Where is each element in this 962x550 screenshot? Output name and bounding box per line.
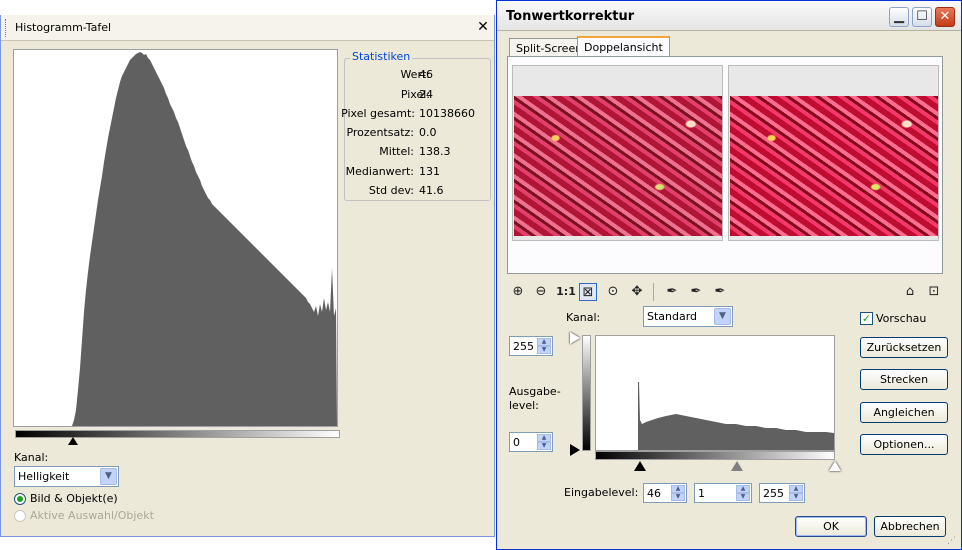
channel-select-value: Helligkeit <box>18 470 70 483</box>
output-low-stepper[interactable]: 0 ▲ ▼ <box>509 432 553 452</box>
input-low-value: 46 <box>647 487 661 500</box>
output-low-value: 0 <box>513 436 520 449</box>
tab-double-view[interactable]: Doppelansicht <box>577 36 670 58</box>
cancel-button[interactable]: Abbrechen <box>874 516 946 537</box>
zoom-out-icon[interactable]: ⊖ <box>532 283 550 301</box>
levels-channel-label: Kanal: <box>566 311 601 324</box>
stretch-button[interactable]: Strecken <box>860 369 948 390</box>
preview-checkbox[interactable]: ✓ <box>860 312 873 325</box>
input-gamma-value: 1 <box>698 487 705 500</box>
histogram-title: Histogramm-Tafel <box>15 21 112 34</box>
fit-icon[interactable]: ⊠ <box>579 283 597 301</box>
levels-histogram-svg <box>596 382 834 450</box>
chevron-down-icon[interactable]: ▼ <box>100 468 117 485</box>
eyedropper-black-icon[interactable]: ✒ <box>663 283 681 301</box>
actual-size-icon[interactable]: 1:1 <box>555 283 577 301</box>
levels-histogram <box>595 335 835 451</box>
scanner-icon[interactable]: ⌂ <box>901 283 919 301</box>
input-gamma-slider-handle[interactable] <box>731 461 743 471</box>
levels-dialog: Tonwertkorrektur ▁ ☐ ✕ Split-Screen Dopp… <box>496 0 962 550</box>
close-icon[interactable]: ✕ <box>474 18 492 36</box>
stat-label-stddev: Std dev: <box>368 184 414 197</box>
stat-label-mean: Mittel: <box>379 145 414 158</box>
toolbar-divider <box>653 283 654 301</box>
stat-value-stddev: 41.6 <box>419 184 444 197</box>
chevron-down-icon[interactable]: ▼ <box>714 308 731 325</box>
reset-button[interactable]: Zurücksetzen <box>860 337 948 358</box>
stepper-arrows-icon[interactable]: ▲ ▼ <box>537 434 551 450</box>
stat-label-value: Wert: <box>400 68 430 81</box>
stepper-arrows-icon[interactable]: ▲ ▼ <box>537 338 551 354</box>
stepper-arrows-icon[interactable]: ▲ ▼ <box>736 485 750 501</box>
stat-value-pixel: 24 <box>419 88 433 101</box>
input-high-value: 255 <box>763 487 784 500</box>
preview-zoom-icon[interactable]: ⊡ <box>925 283 943 301</box>
stepper-arrows-icon[interactable]: ▲ ▼ <box>789 485 803 501</box>
brightness-gradient-bar <box>15 430 340 438</box>
stat-label-pixel: Pixel: <box>400 88 430 101</box>
levels-title-bar[interactable]: Tonwertkorrektur ▁ ☐ ✕ <box>497 1 961 31</box>
channel-label: Kanal: <box>14 451 49 464</box>
output-gradient-bar <box>582 335 591 451</box>
histogram-svg <box>14 52 337 426</box>
stat-value-median: 131 <box>419 165 440 178</box>
resize-grip-icon[interactable]: ⋰ <box>947 536 959 548</box>
ok-button[interactable]: OK <box>795 516 867 537</box>
statistics-title: Statistiken <box>350 50 413 63</box>
levels-histogram-bars <box>596 382 834 450</box>
channel-select[interactable]: Helligkeit ▼ <box>14 466 119 487</box>
input-gamma-stepper[interactable]: 1 ▲ ▼ <box>694 483 752 503</box>
eyedropper-white-icon[interactable]: ✒ <box>711 283 729 301</box>
radio-active-selection-label: Aktive Auswahl/Objekt <box>30 509 154 522</box>
preview-before-image <box>514 96 722 236</box>
input-high-stepper[interactable]: 255 ▲ ▼ <box>759 483 805 503</box>
preview-after-image <box>730 96 938 236</box>
radio-image-objects-label: Bild & Objekt(e) <box>30 492 118 505</box>
preview-pane <box>507 56 943 274</box>
minimize-icon[interactable]: ▁ <box>889 7 909 27</box>
output-high-slider-handle[interactable] <box>570 332 580 344</box>
pan-icon[interactable]: ✥ <box>628 283 646 301</box>
options-button[interactable]: Optionen... <box>860 434 948 455</box>
stat-label-median: Medianwert: <box>345 165 414 178</box>
histogram-title-bar[interactable]: Histogramm-Tafel ✕ <box>1 15 494 41</box>
input-gradient-bar <box>595 451 835 460</box>
input-black-slider-handle[interactable] <box>634 461 646 471</box>
histogram-plot <box>13 49 338 427</box>
eyedropper-gray-icon[interactable]: ✒ <box>687 283 705 301</box>
preview-before <box>512 65 723 241</box>
stepper-arrows-icon[interactable]: ▲ ▼ <box>671 485 685 501</box>
input-low-stepper[interactable]: 46 ▲ ▼ <box>643 483 687 503</box>
histogram-panel: Histogramm-Tafel ✕ Statistiken Wert: 46 … <box>0 15 495 537</box>
zoom-in-icon[interactable]: ⊕ <box>509 283 527 301</box>
stat-label-pixel-total: Pixel gesamt: <box>341 107 415 120</box>
close-icon[interactable]: ✕ <box>935 7 955 27</box>
zoom-selection-icon[interactable]: ⊙ <box>604 283 622 301</box>
value-marker-icon[interactable] <box>68 437 78 445</box>
input-level-label: Eingabelevel: <box>564 486 639 499</box>
output-high-value: 255 <box>513 340 534 353</box>
output-high-stepper[interactable]: 255 ▲ ▼ <box>509 336 553 356</box>
levels-channel-select[interactable]: Standard ▼ <box>643 306 733 327</box>
output-level-label: Ausgabe- level: <box>509 385 561 412</box>
equalize-button[interactable]: Angleichen <box>860 402 948 423</box>
stat-value-pixel-total: 10138660 <box>419 107 475 120</box>
maximize-icon[interactable]: ☐ <box>912 7 932 27</box>
radio-image-objects[interactable] <box>14 493 26 505</box>
stat-value-mean: 138.3 <box>419 145 451 158</box>
drag-grip-icon[interactable] <box>5 19 8 37</box>
radio-active-selection <box>14 510 26 522</box>
preview-after <box>728 65 939 241</box>
levels-title: Tonwertkorrektur <box>506 9 635 24</box>
stat-value-value: 46 <box>419 68 433 81</box>
output-low-slider-handle[interactable] <box>570 444 580 456</box>
stat-label-percent: Prozentsatz: <box>346 126 414 139</box>
histogram-bars <box>14 52 337 426</box>
input-white-slider-handle[interactable] <box>829 461 841 471</box>
stat-value-percent: 0.0 <box>419 126 437 139</box>
preview-checkbox-label: Vorschau <box>876 312 927 325</box>
levels-channel-value: Standard <box>647 310 698 323</box>
